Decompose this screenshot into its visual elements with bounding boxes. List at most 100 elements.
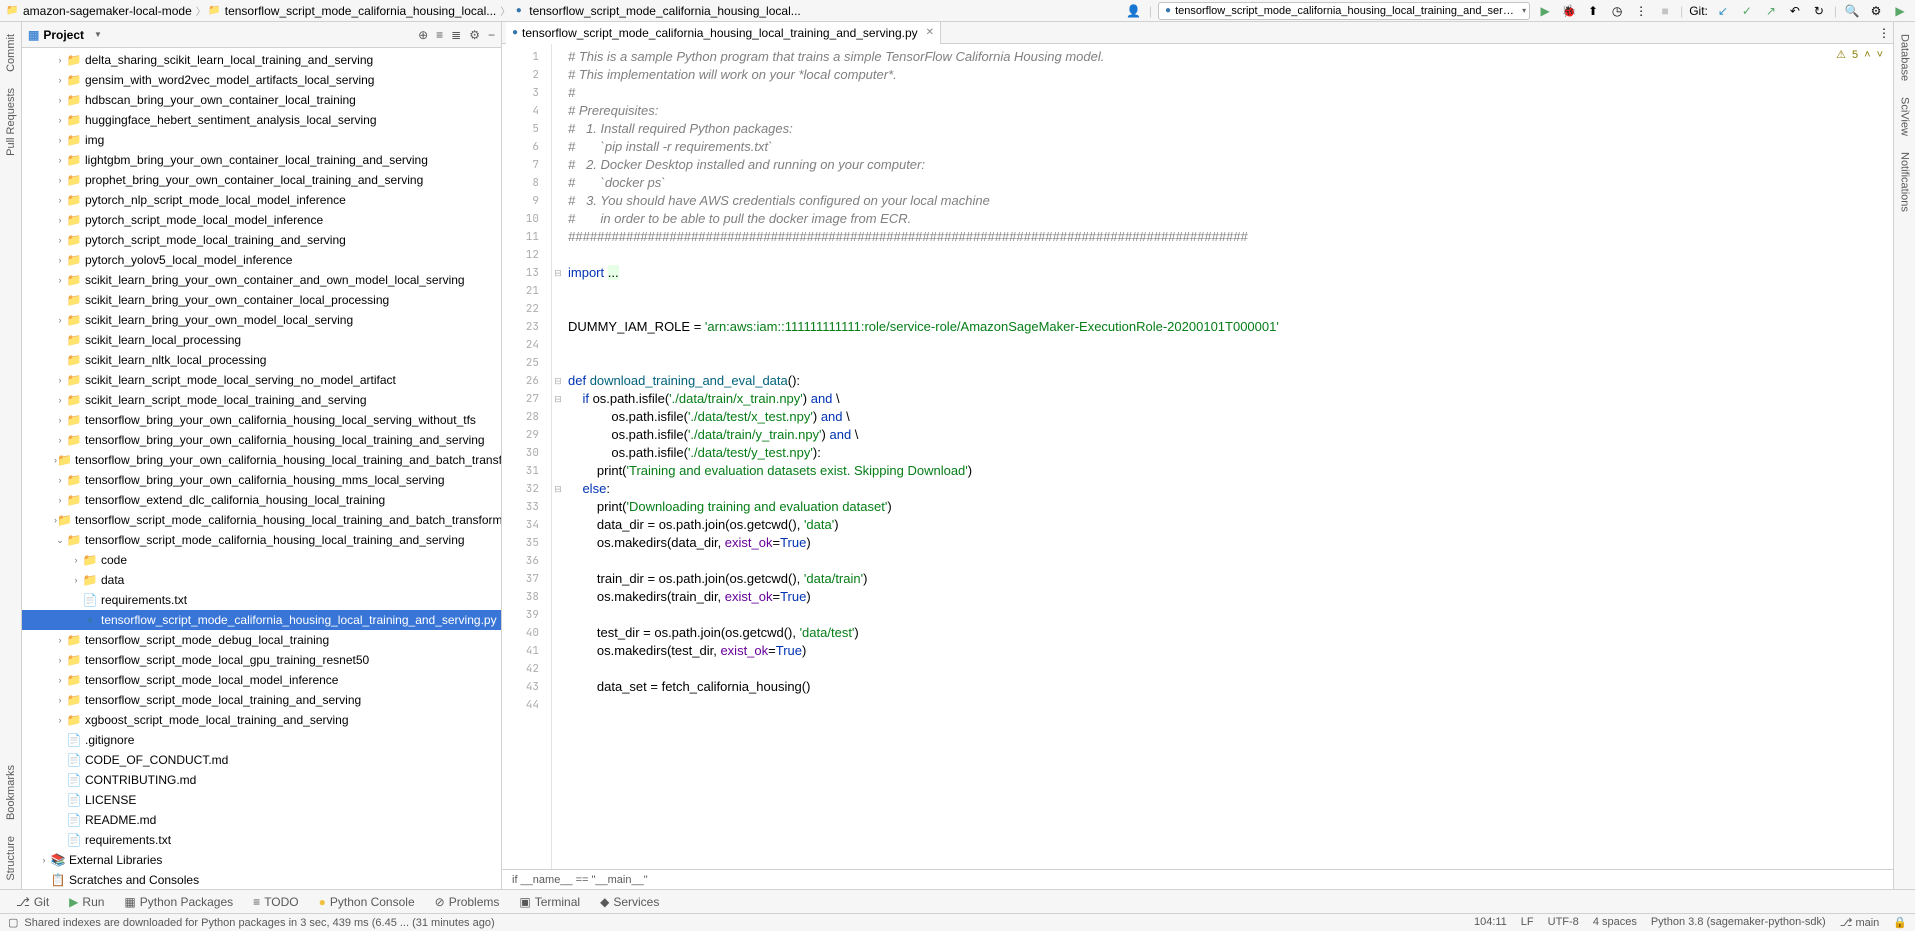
tree-arrow-icon[interactable]: › [70, 575, 82, 585]
tree-item[interactable]: 📄.gitignore [22, 730, 501, 750]
collapse-all-icon[interactable]: ≣ [451, 28, 461, 42]
bottom-terminal[interactable]: ▣Terminal [511, 895, 588, 909]
bottom-python-console[interactable]: ●Python Console [311, 895, 423, 909]
status-interpreter[interactable]: Python 3.8 (sagemaker-python-sdk) [1651, 916, 1826, 929]
tree-item[interactable]: ›📁huggingface_hebert_sentiment_analysis_… [22, 110, 501, 130]
tree-item[interactable]: ›📁lightgbm_bring_your_own_container_loca… [22, 150, 501, 170]
stop-button-icon[interactable]: ■ [1656, 2, 1674, 20]
tree-item[interactable]: ›📁scikit_learn_bring_your_own_container_… [22, 270, 501, 290]
profile-button-icon[interactable]: ◷ [1608, 2, 1626, 20]
tree-arrow-icon[interactable]: › [54, 635, 66, 645]
status-line-separator[interactable]: LF [1521, 916, 1534, 929]
tree-item[interactable]: 📄README.md [22, 810, 501, 830]
next-highlight-icon[interactable]: ˅ [1877, 49, 1883, 61]
tree-item[interactable]: ›📁pytorch_yolov5_local_model_inference [22, 250, 501, 270]
vcs-push-icon[interactable]: ↗ [1762, 2, 1780, 20]
stripe-pull-requests[interactable]: Pull Requests [3, 80, 19, 164]
tree-arrow-icon[interactable]: › [54, 115, 66, 125]
tree-item[interactable]: 📋Scratches and Consoles [22, 870, 501, 889]
status-branch[interactable]: ⎇ main [1840, 916, 1880, 929]
tree-item[interactable]: ›📁prophet_bring_your_own_container_local… [22, 170, 501, 190]
breadcrumb-file[interactable]: tensorflow_script_mode_california_housin… [527, 4, 803, 18]
breadcrumb-root[interactable]: amazon-sagemaker-local-mode [21, 4, 194, 18]
stripe-sciview[interactable]: SciView [1897, 89, 1913, 144]
tree-arrow-icon[interactable]: › [54, 195, 66, 205]
tree-arrow-icon[interactable]: › [54, 435, 66, 445]
tree-item[interactable]: ›📁gensim_with_word2vec_model_artifacts_l… [22, 70, 501, 90]
tree-item[interactable]: ›📁img [22, 130, 501, 150]
tree-item[interactable]: 📄requirements.txt [22, 590, 501, 610]
tree-item[interactable]: 📄CODE_OF_CONDUCT.md [22, 750, 501, 770]
tree-arrow-icon[interactable]: › [54, 475, 66, 485]
search-everywhere-icon[interactable]: 🔍 [1843, 2, 1861, 20]
tree-item[interactable]: 📄LICENSE [22, 790, 501, 810]
tree-arrow-icon[interactable]: › [54, 135, 66, 145]
stripe-commit[interactable]: Commit [3, 26, 19, 80]
tree-arrow-icon[interactable]: › [54, 75, 66, 85]
tree-arrow-icon[interactable]: ⌄ [54, 535, 66, 546]
tree-item[interactable]: ⌄📁tensorflow_script_mode_california_hous… [22, 530, 501, 550]
tree-arrow-icon[interactable]: › [54, 275, 66, 285]
stripe-database[interactable]: Database [1897, 26, 1913, 89]
tree-arrow-icon[interactable]: › [38, 855, 50, 865]
tree-arrow-icon[interactable]: › [54, 655, 66, 665]
debug-button-icon[interactable]: 🐞 [1560, 2, 1578, 20]
run-button-icon[interactable]: ▶ [1536, 2, 1554, 20]
vcs-commit-icon[interactable]: ✓ [1738, 2, 1756, 20]
status-lock-icon[interactable]: 🔒 [1893, 916, 1907, 929]
tree-item[interactable]: ›📁tensorflow_script_mode_local_model_inf… [22, 670, 501, 690]
tree-arrow-icon[interactable]: › [54, 375, 66, 385]
tree-item[interactable]: ›📁pytorch_script_mode_local_training_and… [22, 230, 501, 250]
tree-arrow-icon[interactable]: › [54, 255, 66, 265]
tree-arrow-icon[interactable]: › [54, 415, 66, 425]
tree-arrow-icon[interactable]: › [54, 235, 66, 245]
tree-item[interactable]: 📁scikit_learn_nltk_local_processing [22, 350, 501, 370]
inspection-widget[interactable]: ⚠ 5 ˄ ˅ [1836, 48, 1883, 61]
tree-item[interactable]: ●tensorflow_script_mode_california_housi… [22, 610, 501, 630]
project-tree[interactable]: ›📁delta_sharing_scikit_learn_local_train… [22, 48, 501, 889]
settings-icon[interactable]: ⚙ [1867, 2, 1885, 20]
stripe-notifications[interactable]: Notifications [1897, 144, 1913, 220]
tree-arrow-icon[interactable]: › [54, 495, 66, 505]
tree-item[interactable]: ›📁tensorflow_script_mode_local_gpu_train… [22, 650, 501, 670]
tree-item[interactable]: ›📁tensorflow_bring_your_own_california_h… [22, 470, 501, 490]
vcs-update-icon[interactable]: ↙ [1714, 2, 1732, 20]
tree-arrow-icon[interactable]: › [54, 695, 66, 705]
project-panel-title[interactable]: ▦ Project ▼ [28, 28, 418, 42]
tree-arrow-icon[interactable]: › [54, 175, 66, 185]
select-opened-file-icon[interactable]: ⊕ [418, 28, 428, 42]
line-gutter[interactable]: 1234567891011121321222324252627282930313… [502, 44, 552, 869]
tree-item[interactable]: ›📁data [22, 570, 501, 590]
bottom-problems[interactable]: ⊘Problems [427, 895, 508, 909]
editor-tab-active[interactable]: ● tensorflow_script_mode_california_hous… [506, 22, 941, 44]
tree-arrow-icon[interactable]: › [54, 55, 66, 65]
tree-item[interactable]: ›📁tensorflow_bring_your_own_california_h… [22, 410, 501, 430]
tree-arrow-icon[interactable]: › [54, 95, 66, 105]
prev-highlight-icon[interactable]: ˄ [1864, 49, 1870, 61]
tree-item[interactable]: ›📁scikit_learn_script_mode_local_serving… [22, 370, 501, 390]
tree-item[interactable]: 📁scikit_learn_local_processing [22, 330, 501, 350]
status-position[interactable]: 104:11 [1474, 916, 1507, 929]
tree-item[interactable]: ›📁tensorflow_bring_your_own_california_h… [22, 450, 501, 470]
tree-item[interactable]: ›📁tensorflow_script_mode_debug_local_tra… [22, 630, 501, 650]
tree-arrow-icon[interactable]: › [54, 675, 66, 685]
tree-item[interactable]: ›📁scikit_learn_script_mode_local_trainin… [22, 390, 501, 410]
tree-arrow-icon[interactable]: › [54, 395, 66, 405]
breadcrumb-folder[interactable]: tensorflow_script_mode_california_housin… [223, 4, 499, 18]
tree-arrow-icon[interactable]: › [70, 555, 82, 565]
bottom-todo[interactable]: ≡TODO [245, 895, 306, 909]
bottom-python-packages[interactable]: ▦Python Packages [116, 895, 241, 909]
code-content[interactable]: # This is a sample Python program that t… [564, 44, 1893, 869]
bottom-services[interactable]: ◆Services [592, 895, 667, 909]
tree-item[interactable]: 📄CONTRIBUTING.md [22, 770, 501, 790]
tree-arrow-icon[interactable]: › [54, 315, 66, 325]
stripe-structure[interactable]: Structure [3, 828, 19, 889]
vcs-rollback-icon[interactable]: ↻ [1810, 2, 1828, 20]
code-breadcrumb[interactable]: if __name__ == "__main__" [502, 869, 1893, 889]
tree-item[interactable]: ›📁tensorflow_script_mode_local_training_… [22, 690, 501, 710]
panel-settings-icon[interactable]: ⚙ [469, 28, 480, 42]
hide-panel-icon[interactable]: − [488, 28, 495, 42]
status-indent[interactable]: 4 spaces [1593, 916, 1637, 929]
more-run-icon[interactable]: ⋮ [1632, 2, 1650, 20]
close-tab-icon[interactable]: ✕ [926, 27, 934, 38]
